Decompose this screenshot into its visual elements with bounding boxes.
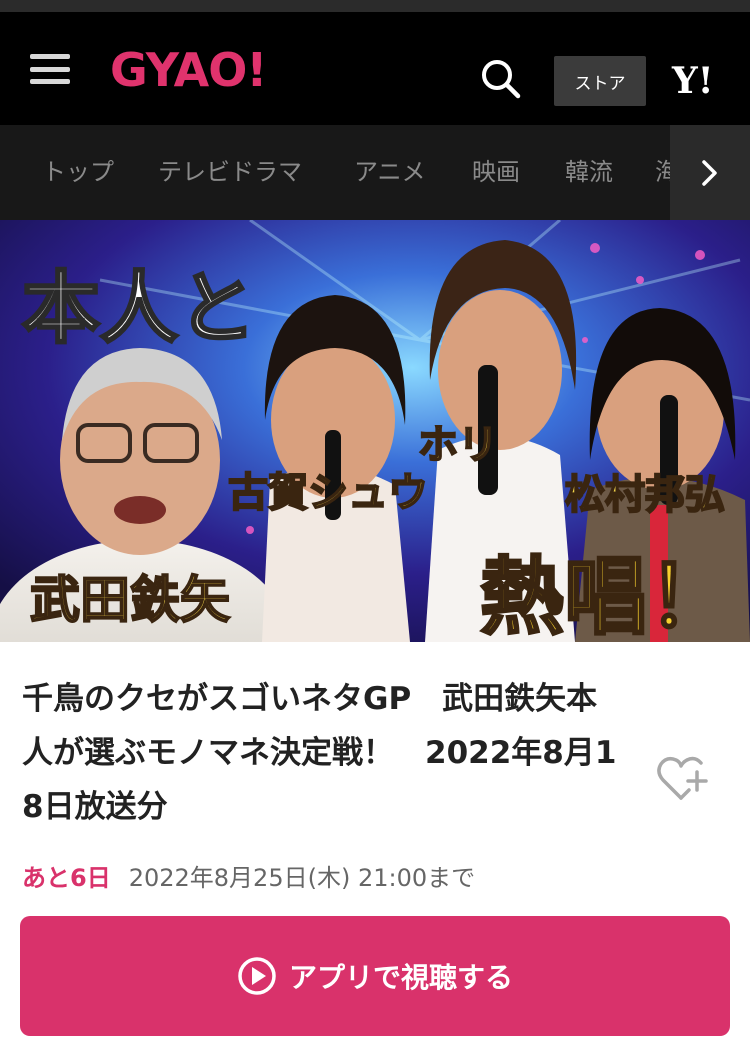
yahoo-logo[interactable]: Y! [672,56,714,106]
menu-button[interactable] [30,54,70,84]
thumbnail-caption-bottom-right: 熱唱！ [478,546,733,643]
nav-item-movie[interactable]: 映画 [472,125,520,220]
nav-item-korean[interactable]: 韓流 [565,125,613,220]
remaining-days: あと6日 [22,864,111,892]
gyao-logo[interactable]: GYAO! [110,40,267,100]
available-until: 2022年8月25日(木) 21:00まで [128,864,476,892]
nav-item-tv-drama[interactable]: テレビドラマ [158,125,302,220]
heart-plus-icon [657,756,708,800]
thumbnail-caption-name-4: 松村邦弘 [564,470,726,519]
app-header: GYAO! ストア Y! [0,12,750,125]
thumbnail-caption-name-1: 武田鉄矢 [29,569,231,630]
category-nav: トップ テレビドラマ アニメ 映画 韓流 海 [0,125,750,220]
search-icon [482,60,521,99]
nav-next-button[interactable] [670,125,750,220]
store-button[interactable]: ストア [554,56,646,106]
availability-row: あと6日 2022年8月25日(木) 21:00まで [22,858,475,893]
program-title: 千鳥のクセがスゴいネタGP 武田鉄矢本人が選ぶモノマネ決定戦！ 2022年8月1… [22,681,617,825]
status-strip [0,0,750,12]
nav-item-top[interactable]: トップ [42,125,114,220]
favorite-button[interactable] [655,752,710,807]
thumbnail-caption-top-left: 本人と [20,262,257,356]
thumbnail-caption-name-3: ホリ [417,420,499,469]
nav-item-anime[interactable]: アニメ [354,125,426,220]
play-icon [238,957,276,995]
category-nav-items: トップ テレビドラマ アニメ 映画 韓流 海 [0,125,670,220]
hamburger-line [30,54,70,59]
hamburger-line [30,79,70,84]
program-info: 千鳥のクセがスゴいネタGP 武田鉄矢本人が選ぶモノマネ決定戦！ 2022年8月1… [0,642,750,847]
search-button[interactable] [480,58,522,100]
nav-item-overseas[interactable]: 海 [655,125,670,220]
watch-in-app-label: アプリで視聴する [288,961,513,994]
thumbnail-caption-name-2: 古賀シュウ [227,468,429,517]
chevron-right-icon [702,159,717,186]
hamburger-line [30,66,70,72]
program-thumbnail[interactable]: 本人と 武田鉄矢 古賀シュウ ホリ 松村邦弘 熱唱！ [0,220,750,642]
watch-in-app-button[interactable]: アプリで視聴する [20,916,730,1036]
